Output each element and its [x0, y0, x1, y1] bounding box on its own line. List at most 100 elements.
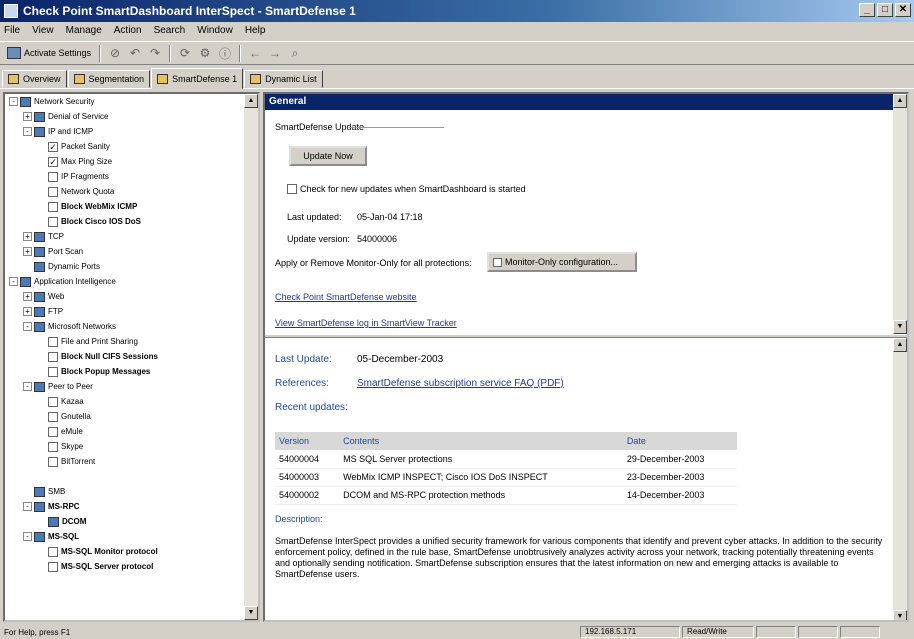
- activate-settings-button[interactable]: Activate Settings: [3, 44, 95, 63]
- tab-segmentation[interactable]: Segmentation: [67, 70, 151, 88]
- refresh-icon[interactable]: ⟳: [175, 44, 195, 63]
- undo-icon[interactable]: ↶: [125, 44, 145, 63]
- collapse-icon[interactable]: -: [23, 382, 32, 391]
- menu-help[interactable]: Help: [245, 25, 266, 36]
- maximize-button[interactable]: □: [877, 3, 893, 17]
- tree-item[interactable]: Block WebMix ICMP: [5, 199, 258, 214]
- tree-item[interactable]: + Denial of Service: [5, 109, 258, 124]
- update-now-button[interactable]: Update Now: [289, 146, 367, 166]
- tree-checkbox[interactable]: [48, 216, 58, 227]
- settings-icon[interactable]: ⚙: [195, 44, 215, 63]
- info-icon[interactable]: ⓘ: [215, 44, 235, 63]
- tree-checkbox[interactable]: [48, 186, 58, 197]
- upper-scroll-up-icon[interactable]: ▲: [893, 94, 907, 108]
- tree-item[interactable]: - Microsoft Networks: [5, 319, 258, 334]
- tree-checkbox[interactable]: [48, 411, 58, 422]
- minimize-button[interactable]: _: [859, 3, 875, 17]
- tree-item[interactable]: - MS-RPC: [5, 499, 258, 514]
- tree-item[interactable]: - MS-SQL: [5, 529, 258, 544]
- tree-item[interactable]: + FTP: [5, 304, 258, 319]
- menu-window[interactable]: Window: [197, 25, 233, 36]
- tree-checkbox[interactable]: [48, 201, 58, 212]
- tree-item[interactable]: - Network Security: [5, 94, 258, 109]
- collapse-icon[interactable]: -: [9, 277, 18, 286]
- tree-checkbox[interactable]: [48, 171, 58, 182]
- tree-item[interactable]: + Web: [5, 289, 258, 304]
- tree-item[interactable]: [5, 469, 258, 484]
- tree-item[interactable]: ✓ Max Ping Size: [5, 154, 258, 169]
- redo-icon[interactable]: ↷: [145, 44, 165, 63]
- scroll-down-icon[interactable]: ▼: [244, 606, 258, 620]
- menu-manage[interactable]: Manage: [66, 25, 102, 36]
- tree-checkbox[interactable]: ✓: [48, 141, 58, 152]
- tree-item[interactable]: Block Cisco IOS DoS: [5, 214, 258, 229]
- expand-icon[interactable]: +: [23, 232, 32, 241]
- smartdefense-website-link[interactable]: Check Point SmartDefense website: [275, 292, 417, 302]
- faq-link[interactable]: SmartDefense subscription service FAQ (P…: [357, 378, 564, 389]
- tree-checkbox[interactable]: [48, 546, 58, 557]
- expand-icon[interactable]: +: [23, 247, 32, 256]
- tree-item[interactable]: + TCP: [5, 229, 258, 244]
- tree-item[interactable]: - Application Intelligence: [5, 274, 258, 289]
- tree-item[interactable]: Gnutella: [5, 409, 258, 424]
- tree-item[interactable]: Kazaa: [5, 394, 258, 409]
- tree-item[interactable]: - IP and ICMP: [5, 124, 258, 139]
- menu-view[interactable]: View: [32, 25, 54, 36]
- tree-item[interactable]: DCOM: [5, 514, 258, 529]
- scroll-up-icon[interactable]: ▲: [244, 94, 258, 108]
- tree-checkbox[interactable]: [48, 336, 58, 347]
- expand-icon[interactable]: +: [23, 112, 32, 121]
- collapse-icon[interactable]: -: [23, 532, 32, 541]
- collapse-icon[interactable]: -: [9, 97, 18, 106]
- tree-item[interactable]: MS-SQL Server protocol: [5, 559, 258, 574]
- tab-dynamic-list[interactable]: Dynamic List: [244, 70, 323, 88]
- tree-checkbox[interactable]: ✓: [48, 156, 58, 167]
- tab-smartdefense[interactable]: SmartDefense 1: [151, 68, 244, 89]
- tree-item[interactable]: MS-SQL Monitor protocol: [5, 544, 258, 559]
- tree-checkbox[interactable]: [48, 441, 58, 452]
- upper-scroll-down-icon[interactable]: ▼: [893, 320, 907, 334]
- lower-scroll-up-icon[interactable]: ▲: [893, 338, 907, 352]
- expand-icon[interactable]: +: [23, 292, 32, 301]
- collapse-icon[interactable]: -: [23, 322, 32, 331]
- menu-search[interactable]: Search: [154, 25, 186, 36]
- forward-icon[interactable]: →: [265, 44, 285, 63]
- tree-checkbox[interactable]: [48, 426, 58, 437]
- collapse-icon[interactable]: -: [23, 502, 32, 511]
- description-scrollbar[interactable]: ▲ ▼: [893, 338, 907, 620]
- lower-scroll-down-icon[interactable]: ▼: [893, 610, 907, 620]
- tree-item[interactable]: Block Null CIFS Sessions: [5, 349, 258, 364]
- tree-checkbox[interactable]: [48, 456, 58, 467]
- tree-item[interactable]: - Peer to Peer: [5, 379, 258, 394]
- general-scrollbar[interactable]: ▲ ▼: [893, 94, 907, 334]
- tree-checkbox[interactable]: [48, 561, 58, 572]
- back-icon[interactable]: ←: [245, 44, 265, 63]
- close-button[interactable]: ✕: [895, 3, 911, 17]
- tree-item[interactable]: Block Popup Messages: [5, 364, 258, 379]
- tree-item[interactable]: Network Quota: [5, 184, 258, 199]
- tree-item[interactable]: + Port Scan: [5, 244, 258, 259]
- stop-icon[interactable]: ⊘: [105, 44, 125, 63]
- tree-item[interactable]: BitTorrent: [5, 454, 258, 469]
- tree-checkbox[interactable]: [48, 366, 58, 377]
- tree-item-label: Block Null CIFS Sessions: [61, 352, 158, 361]
- tree-checkbox[interactable]: [48, 396, 58, 407]
- menu-action[interactable]: Action: [114, 25, 142, 36]
- tree-item[interactable]: IP Fragments: [5, 169, 258, 184]
- tree-item[interactable]: Dynamic Ports: [5, 259, 258, 274]
- collapse-icon[interactable]: -: [23, 127, 32, 136]
- auto-check-checkbox[interactable]: [287, 184, 297, 194]
- tree-item[interactable]: Skype: [5, 439, 258, 454]
- view-log-link[interactable]: View SmartDefense log in SmartView Track…: [275, 318, 457, 328]
- tree-checkbox[interactable]: [48, 351, 58, 362]
- tree-scrollbar[interactable]: ▲ ▼: [244, 94, 258, 620]
- zoom-icon[interactable]: ⌕: [285, 44, 305, 63]
- monitor-only-button[interactable]: Monitor-Only configuration...: [487, 252, 637, 272]
- tree-item[interactable]: File and Print Sharing: [5, 334, 258, 349]
- expand-icon[interactable]: +: [23, 307, 32, 316]
- menu-file[interactable]: File: [4, 25, 20, 36]
- tree-item[interactable]: eMule: [5, 424, 258, 439]
- tab-overview[interactable]: Overview: [2, 70, 67, 88]
- tree-item[interactable]: SMB: [5, 484, 258, 499]
- tree-item[interactable]: ✓ Packet Sanity: [5, 139, 258, 154]
